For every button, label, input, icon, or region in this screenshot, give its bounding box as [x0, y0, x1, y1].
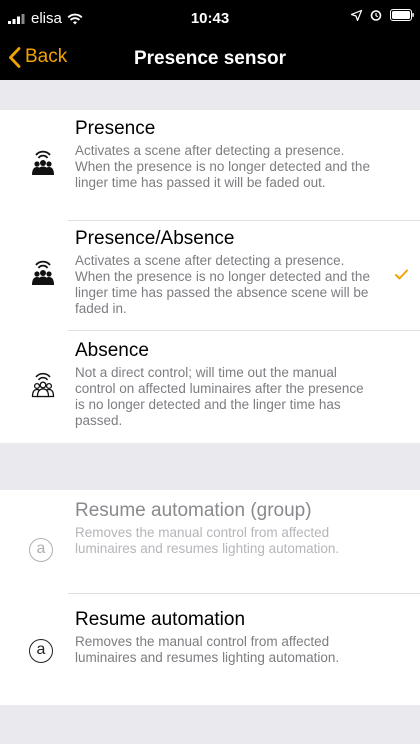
status-right [351, 9, 414, 21]
option-title: Absence [75, 340, 149, 361]
option-title: Presence/Absence [75, 228, 235, 249]
actions-list: a Resume automation (group) Removes the … [0, 490, 420, 705]
action-title: Resume automation (group) [75, 500, 312, 521]
status-bar: elisa 10:43 [0, 0, 420, 40]
page-title: Presence sensor [133, 48, 287, 69]
battery-icon [390, 9, 414, 21]
section-spacer [0, 443, 420, 490]
option-description: Activates a scene after detecting a pres… [75, 143, 370, 190]
option-description: Activates a scene after detecting a pres… [75, 253, 370, 316]
resume-automation-group-button[interactable]: a Resume automation (group) Removes the … [0, 500, 420, 562]
option-description: Not a direct control; will time out the … [75, 365, 364, 428]
resume-icon: a [29, 639, 53, 663]
section-spacer [0, 80, 420, 110]
resume-icon: a [29, 538, 53, 562]
action-description: Removes the manual control from affected… [75, 525, 340, 556]
divider [68, 593, 420, 594]
action-title: Resume automation [75, 609, 246, 630]
option-absence[interactable]: Absence Not a direct control; will time … [0, 340, 420, 429]
absence-icon [31, 372, 55, 398]
option-title: Presence [75, 118, 156, 139]
checkmark-icon [395, 269, 408, 280]
option-presence[interactable]: Presence Activates a scene after detecti… [0, 118, 420, 191]
divider [68, 330, 420, 331]
presence-icon [32, 150, 54, 175]
presence-icon [32, 260, 54, 285]
option-presence-absence[interactable]: Presence/Absence Activates a scene after… [0, 228, 420, 317]
navigation-bar: Back Presence sensor [0, 40, 420, 80]
bottom-spacer [0, 705, 420, 744]
location-icon [351, 9, 362, 21]
trigger-options-list: Presence Activates a scene after detecti… [0, 110, 420, 443]
action-description: Removes the manual control from affected… [75, 634, 340, 665]
divider [68, 220, 420, 221]
alarm-icon [370, 10, 382, 21]
resume-automation-button[interactable]: a Resume automation Removes the manual c… [0, 609, 420, 666]
